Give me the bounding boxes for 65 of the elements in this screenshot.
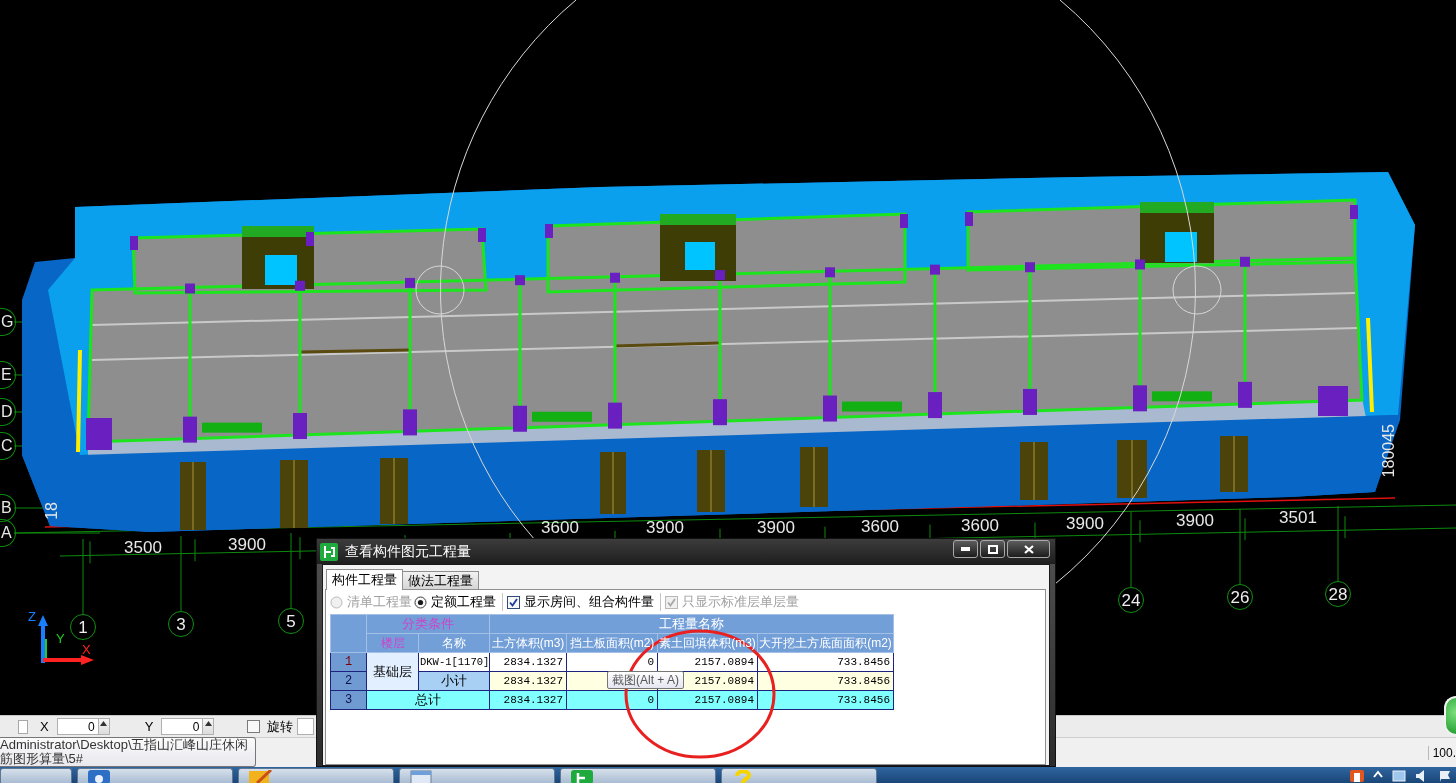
- question-mark-icon: [732, 770, 754, 783]
- group-header: 分类条件: [366, 614, 490, 634]
- spin-field[interactable]: 0: [56, 718, 110, 735]
- rotate-checkbox[interactable]: 旋转: [247, 717, 294, 736]
- maximize-icon: [987, 544, 998, 554]
- zoom-readout: 100.: [1427, 745, 1456, 760]
- flag-icon[interactable]: [1438, 770, 1452, 782]
- dimension-label: 3501: [1279, 509, 1317, 527]
- dimension-label: 3900: [228, 536, 266, 554]
- dimension-label: 3900: [646, 519, 684, 537]
- tab[interactable]: 做法工程量: [402, 571, 479, 589]
- app-tile-icon: [88, 770, 110, 783]
- taskbar-button[interactable]: [77, 768, 233, 783]
- shortcut-tooltip: 截图(Alt + A): [607, 671, 684, 689]
- axis-label: Y: [56, 632, 65, 645]
- dimension-label: 3500: [124, 539, 162, 557]
- spin-up-icon[interactable]: [97, 719, 109, 734]
- field-label: Y: [144, 719, 154, 734]
- dimension-label: 3900: [757, 519, 795, 537]
- spin-up-icon[interactable]: [202, 719, 214, 734]
- dimension-label: 180045: [1381, 424, 1397, 478]
- field-label: X: [40, 719, 49, 734]
- minimize-icon: [961, 547, 970, 551]
- orbit-handle[interactable]: [1172, 265, 1222, 315]
- taskbar-button[interactable]: [560, 768, 716, 783]
- dimension-label: 3600: [541, 519, 579, 537]
- spin-field[interactable]: 0: [161, 718, 215, 735]
- axis-label: X: [82, 643, 91, 656]
- radio-option[interactable]: 定额工程量: [414, 593, 496, 611]
- input-field[interactable]: [18, 719, 28, 734]
- checkbox-icon[interactable]: [247, 720, 261, 733]
- input-field[interactable]: [297, 718, 315, 735]
- checkbox-icon[interactable]: [507, 595, 520, 609]
- tab[interactable]: 构件工程量: [326, 569, 403, 590]
- path-tooltip: Administrator\Desktop\五指山汇峰山庄休闲 筋图形算量\5#: [0, 737, 256, 767]
- grid-axis-label: G: [0, 308, 16, 336]
- radio-icon[interactable]: [414, 595, 427, 609]
- office-icon[interactable]: [1350, 770, 1364, 782]
- window-title: 查看构件图元工程量: [345, 542, 471, 561]
- taskbar-button[interactable]: [399, 768, 555, 783]
- minimize-button[interactable]: [953, 540, 978, 558]
- maximize-button[interactable]: [980, 540, 1005, 558]
- orbit-handle[interactable]: [415, 265, 465, 315]
- close-button[interactable]: [1007, 540, 1050, 558]
- monitor-icon[interactable]: [1392, 770, 1406, 782]
- dimension-label: 18: [44, 502, 60, 520]
- checkbox-option[interactable]: 显示房间、组合构件量: [502, 593, 654, 611]
- table-corner: [330, 614, 367, 653]
- dimension-label: 3600: [961, 517, 999, 535]
- app-logo-icon: [320, 542, 338, 561]
- close-icon: [1023, 544, 1034, 554]
- axis-triad-icon: [38, 615, 94, 665]
- dimension-label: 3600: [861, 518, 899, 536]
- axis-label: Z: [28, 610, 36, 623]
- pencil-tile-icon: [249, 770, 273, 783]
- chevron-up-icon[interactable]: [1373, 770, 1383, 778]
- taskbar-button[interactable]: [0, 768, 72, 783]
- window-icon: [410, 770, 432, 783]
- dimension-label: 3900: [1176, 512, 1214, 530]
- taskbar-button[interactable]: [721, 768, 877, 783]
- group-header: 工程量名称: [489, 614, 894, 634]
- dimension-label: 3900: [1066, 515, 1104, 533]
- taskbar-button[interactable]: [238, 768, 394, 783]
- table-cell: 基础层: [366, 652, 419, 691]
- app-logo-icon: [571, 770, 593, 783]
